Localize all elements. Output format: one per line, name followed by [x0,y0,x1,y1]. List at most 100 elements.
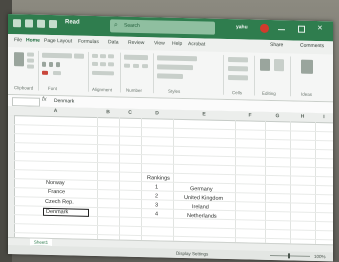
autosave-icon[interactable] [13,19,21,28]
column-header-c[interactable]: C [119,110,141,116]
active-cell-selection[interactable] [43,207,89,217]
cell-rank[interactable]: 1 [155,184,158,190]
undo-icon[interactable] [37,19,45,28]
avatar[interactable] [260,23,269,33]
cell-ranked-country[interactable]: United Kingdom [184,195,223,202]
cut-icon[interactable] [27,52,34,57]
ribbon-divider [290,56,291,97]
align-middle-icon[interactable] [100,54,106,59]
group-label-styles: Styles [168,88,181,94]
insert-cells-button[interactable] [228,56,248,63]
cell-rank[interactable]: 2 [155,193,158,199]
cell-ranked-country[interactable]: Germany [190,186,213,193]
format-painter-icon[interactable] [27,64,34,69]
search-icon: ⌕ [114,21,118,29]
number-format-select[interactable] [124,54,148,61]
bold-icon[interactable] [42,61,46,67]
tab-help[interactable]: Help [172,41,182,47]
paste-icon[interactable] [14,52,24,67]
align-left-icon[interactable] [92,61,98,67]
cell-country[interactable]: Norway [46,180,65,186]
ribbon-divider [120,52,121,93]
align-top-icon[interactable] [92,53,98,59]
font-size-select[interactable] [74,53,84,59]
excel-window: Read ⌕ Search yahu ✕ File Home Page Layo… [8,14,333,262]
cell-styles-button[interactable] [157,73,183,79]
merge-center-icon[interactable] [92,70,114,76]
cell-ranked-country[interactable]: Netherlands [187,213,217,220]
group-label-editing: Editing [262,90,276,97]
column-header-d[interactable]: D [141,110,173,117]
formula-input[interactable]: Denmark [54,98,74,104]
spreadsheet-grid[interactable]: A B C D E F G H I Norway France Czech Re… [8,106,333,245]
group-label-clipboard: Clipboard [14,85,34,91]
font-color-icon[interactable] [42,70,48,75]
delete-cells-button[interactable] [228,65,248,72]
maximize-button[interactable] [298,25,305,33]
ribbon: Clipboard Font Alignment Number Styles C… [8,47,333,103]
column-header-e[interactable]: E [173,111,235,118]
column-header-h[interactable]: H [290,113,315,120]
italic-icon[interactable] [49,61,53,68]
tab-file[interactable]: File [14,37,22,43]
find-select-icon[interactable] [274,59,284,72]
tab-page-layout[interactable]: Page Layout [44,38,72,45]
copy-icon[interactable] [27,58,34,63]
format-as-table-button[interactable] [157,64,193,71]
column-header-i[interactable]: I [315,114,333,120]
cell-rank[interactable]: 4 [155,211,158,217]
tab-data[interactable]: Data [108,39,119,45]
column-header-f[interactable]: F [235,112,265,119]
share-button[interactable]: Share [270,42,283,48]
save-icon[interactable] [25,19,33,28]
tab-formulas[interactable]: Formulas [78,39,99,45]
group-label-cells: Cells [232,90,243,96]
column-header-b[interactable]: B [97,109,119,115]
user-name[interactable]: yahu [236,24,248,30]
tab-review[interactable]: Review [128,40,144,46]
comments-button[interactable]: Comments [300,43,324,50]
search-input[interactable]: ⌕ Search [110,19,215,35]
fill-color-icon[interactable] [53,71,61,76]
zoom-slider[interactable] [270,254,310,257]
column-header-a[interactable]: A [14,107,97,115]
group-label-ideas: Ideas [301,91,313,97]
ribbon-divider [38,50,39,91]
font-name-select[interactable] [42,52,72,59]
cell-ranked-country[interactable]: Ireland [192,204,209,210]
display-settings-button[interactable]: Display Settings [176,251,208,257]
ribbon-divider [153,53,154,94]
tab-home[interactable]: Home [26,37,40,43]
close-button[interactable]: ✕ [317,24,324,32]
align-bottom-icon[interactable] [108,54,114,59]
percent-icon[interactable] [133,63,139,68]
zoom-slider-thumb[interactable] [288,253,290,259]
format-cells-button[interactable] [228,74,248,81]
function-icon[interactable]: fx [42,97,47,103]
align-center-icon[interactable] [100,62,106,67]
conditional-formatting-button[interactable] [157,55,197,62]
cell-rankings-header[interactable]: Rankings [147,175,170,182]
sort-filter-icon[interactable] [260,58,270,71]
group-label-font: Font [48,85,58,92]
ribbon-divider [254,55,255,96]
cell-rank[interactable]: 3 [155,202,158,208]
tab-view[interactable]: View [154,40,165,46]
ideas-icon[interactable] [301,59,313,74]
currency-icon[interactable] [124,63,130,68]
cell-country[interactable]: Czech Rep. [45,199,74,206]
document-title: Read [65,19,80,26]
minimize-button[interactable] [278,29,285,32]
zoom-level[interactable]: 100% [314,254,326,259]
cell-country[interactable]: France [48,189,65,195]
underline-icon[interactable] [56,62,60,68]
redo-icon[interactable] [49,19,57,29]
ribbon-divider [88,51,89,92]
comma-icon[interactable] [142,64,148,69]
tab-acrobat[interactable]: Acrobat [188,41,205,47]
group-label-number: Number [126,87,143,94]
group-label-alignment: Alignment [92,86,113,93]
align-right-icon[interactable] [108,62,114,67]
column-header-g[interactable]: G [265,113,290,120]
search-placeholder: Search [124,22,140,29]
